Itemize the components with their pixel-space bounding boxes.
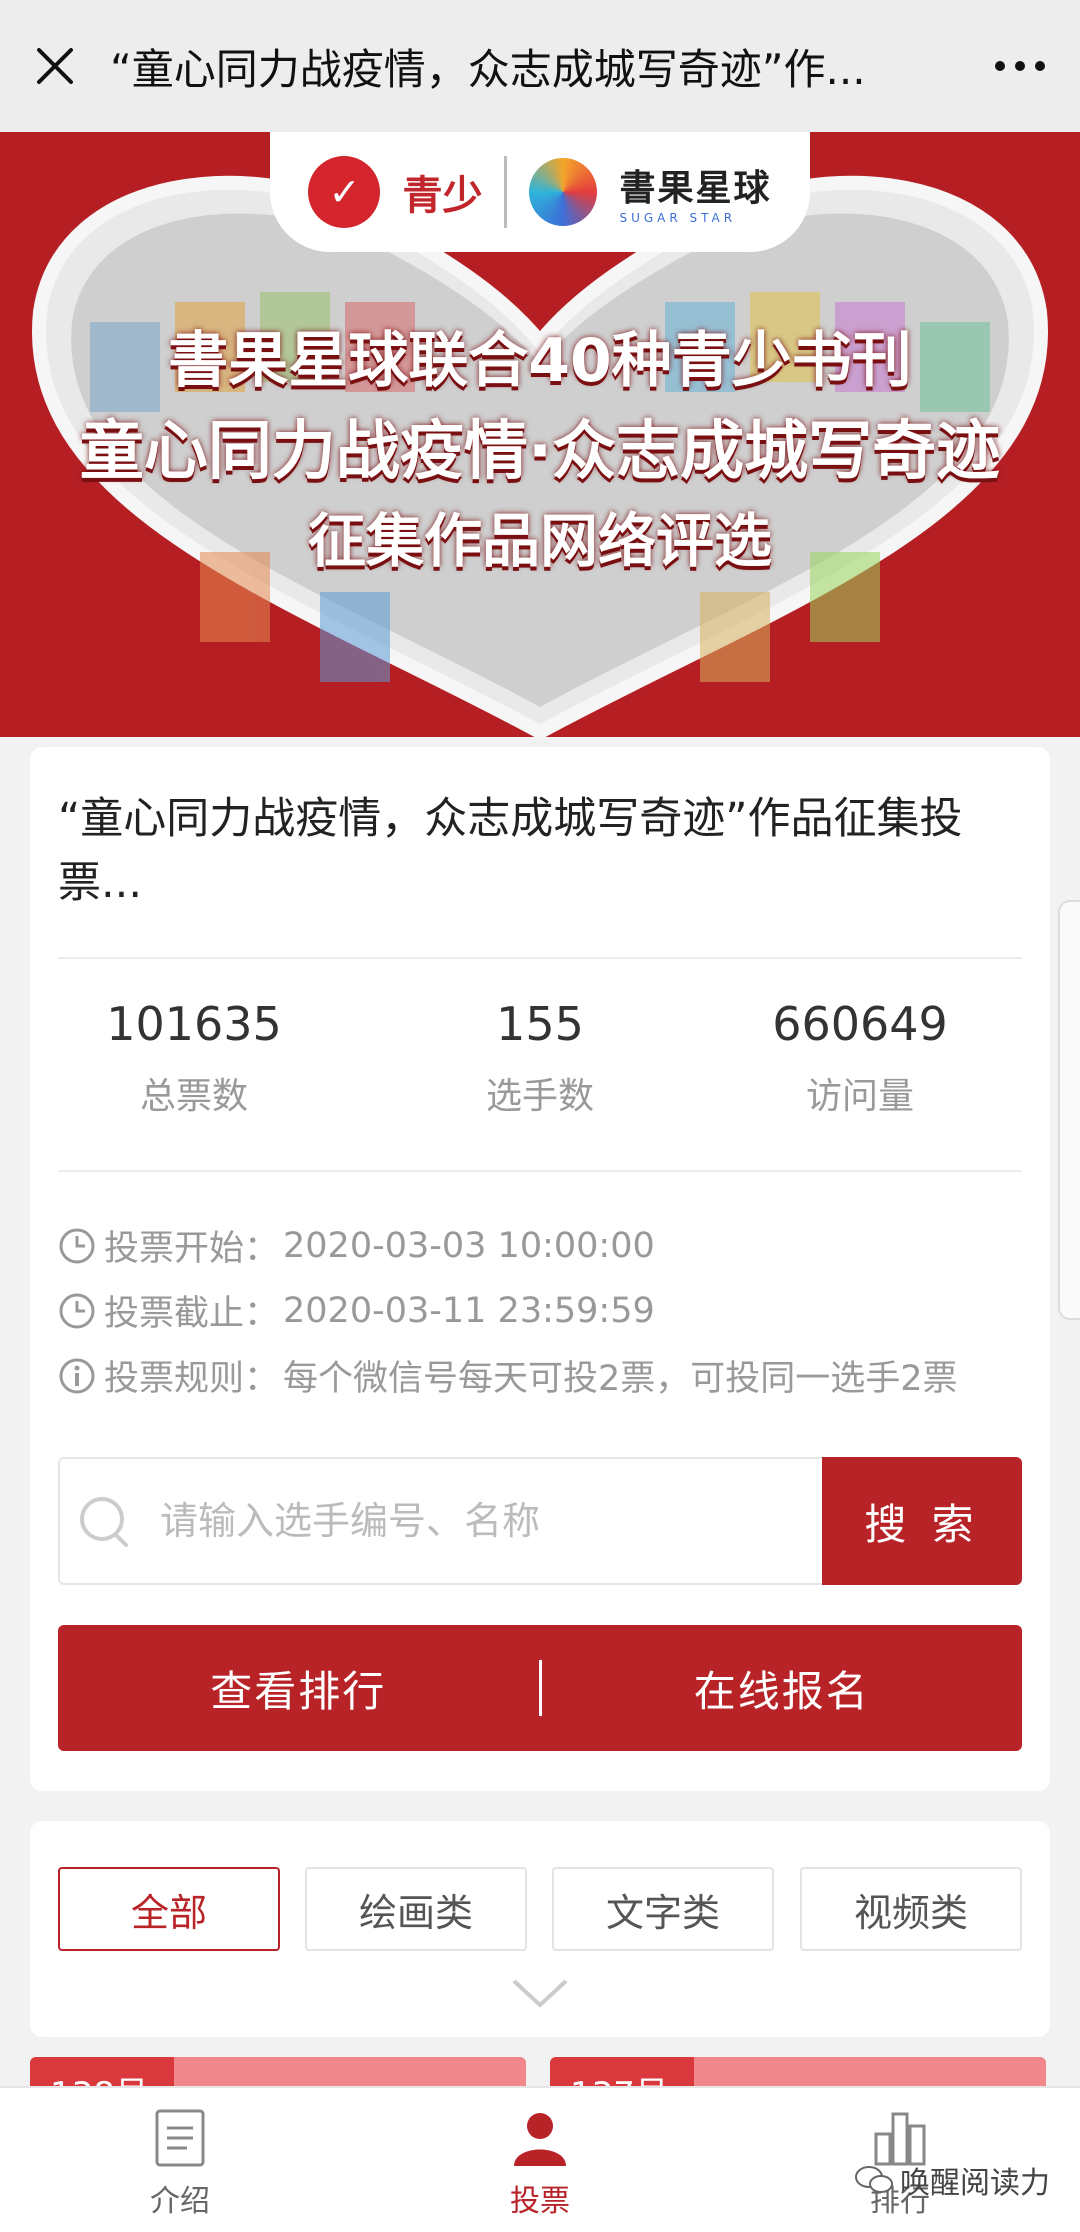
side-drawer-handle[interactable]	[1058, 900, 1080, 1320]
banner-image: ✓ 青少 書果星球 SUGAR STAR 書果星球联合40种青少书刊 童心同力战…	[0, 132, 1080, 737]
stat-value: 101635	[106, 997, 282, 1051]
nav-item-vote[interactable]: 投票	[440, 2108, 640, 2220]
action-bar: 查看排行 在线报名	[58, 1625, 1022, 1751]
vote-end-value: 2020-03-11 23:59:59	[283, 1290, 655, 1331]
nav-label: 介绍	[150, 2184, 210, 2219]
stat-total-votes: 101635 总票数	[34, 997, 354, 1119]
stat-label: 访问量	[805, 1076, 914, 1117]
search-button[interactable]: 搜 索	[822, 1457, 1022, 1585]
view-ranking-button[interactable]: 查看排行	[58, 1658, 539, 1719]
top-bar: “童心同力战疫情，众志成城写奇迹”作...	[0, 0, 1080, 132]
stat-value: 155	[496, 997, 584, 1051]
vote-rule-row: 投票规则： 每个微信号每天可投2票，可投同一选手2票	[58, 1350, 958, 1401]
qingshao-logo-icon: ✓	[308, 156, 381, 228]
document-icon	[155, 2109, 205, 2167]
more-icon	[995, 61, 1045, 71]
stat-players: 155 选手数	[380, 997, 700, 1119]
stat-label: 选手数	[485, 1076, 594, 1117]
wechat-icon	[855, 2166, 893, 2193]
search-box: 搜 索	[58, 1457, 1022, 1585]
vote-start-label: 投票开始：	[104, 1229, 280, 1269]
vote-end-row: 投票截止： 2020-03-11 23:59:59	[58, 1285, 655, 1336]
nav-label: 投票	[510, 2184, 570, 2219]
clock-icon	[59, 1293, 95, 1328]
logo-right-text: 書果星球 SUGAR STAR	[619, 159, 771, 225]
divider	[58, 957, 1022, 959]
logo-left-text: 青少	[402, 172, 483, 219]
stat-visits: 660649 访问量	[700, 997, 1020, 1119]
stat-value: 660649	[772, 997, 948, 1051]
category-video[interactable]: 视频类	[800, 1867, 1022, 1951]
close-icon	[37, 48, 73, 84]
vote-end-label: 投票截止：	[104, 1294, 280, 1334]
banner-line-3: 征集作品网络评选	[307, 507, 772, 575]
banner-logo-strip: ✓ 青少 書果星球 SUGAR STAR	[270, 132, 810, 252]
vote-start-row: 投票开始： 2020-03-03 10:00:00	[58, 1220, 655, 1271]
page-title: “童心同力战疫情，众志成城写奇迹”作...	[110, 44, 866, 94]
category-drawing[interactable]: 绘画类	[305, 1867, 527, 1951]
search-icon	[78, 1493, 134, 1553]
divider	[58, 1170, 1022, 1172]
stat-label: 总票数	[139, 1076, 248, 1117]
category-card: 全部 绘画类 文字类 视频类	[30, 1821, 1050, 2037]
info-icon	[59, 1358, 95, 1393]
clock-icon	[59, 1228, 95, 1263]
nav-item-intro[interactable]: 介绍	[80, 2108, 280, 2220]
watermark-text: 唤醒阅读力	[900, 2166, 1050, 2201]
category-text[interactable]: 文字类	[552, 1867, 774, 1951]
watermark: 唤醒阅读力	[854, 2158, 1050, 2202]
banner-line-2: 童心同力战疫情·众志成城写奇迹	[79, 415, 1001, 489]
sugar-star-logo-icon	[529, 158, 598, 226]
event-title: “童心同力战疫情，众志成城写奇迹”作品征集投票...	[58, 794, 963, 908]
logo-right-en: SUGAR STAR	[619, 211, 737, 225]
banner-line-1: 書果星球联合40种青少书刊	[168, 326, 912, 396]
more-button[interactable]	[960, 0, 1080, 132]
info-card: “童心同力战疫情，众志成城写奇迹”作品征集投票... 101635 总票数 15…	[30, 747, 1050, 1791]
vote-start-value: 2020-03-03 10:00:00	[283, 1225, 655, 1266]
vote-rule-label: 投票规则：	[104, 1359, 280, 1399]
search-input[interactable]	[160, 1479, 860, 1563]
vote-rule-value: 每个微信号每天可投2票，可投同一选手2票	[283, 1359, 958, 1399]
logo-right-cn: 書果星球	[619, 168, 772, 209]
chevron-down-icon[interactable]	[508, 1973, 572, 2017]
category-all[interactable]: 全部	[58, 1867, 280, 1951]
logo-divider	[504, 156, 508, 228]
close-button[interactable]	[0, 0, 110, 132]
user-icon	[514, 2113, 566, 2166]
online-signup-button[interactable]: 在线报名	[542, 1658, 1023, 1719]
